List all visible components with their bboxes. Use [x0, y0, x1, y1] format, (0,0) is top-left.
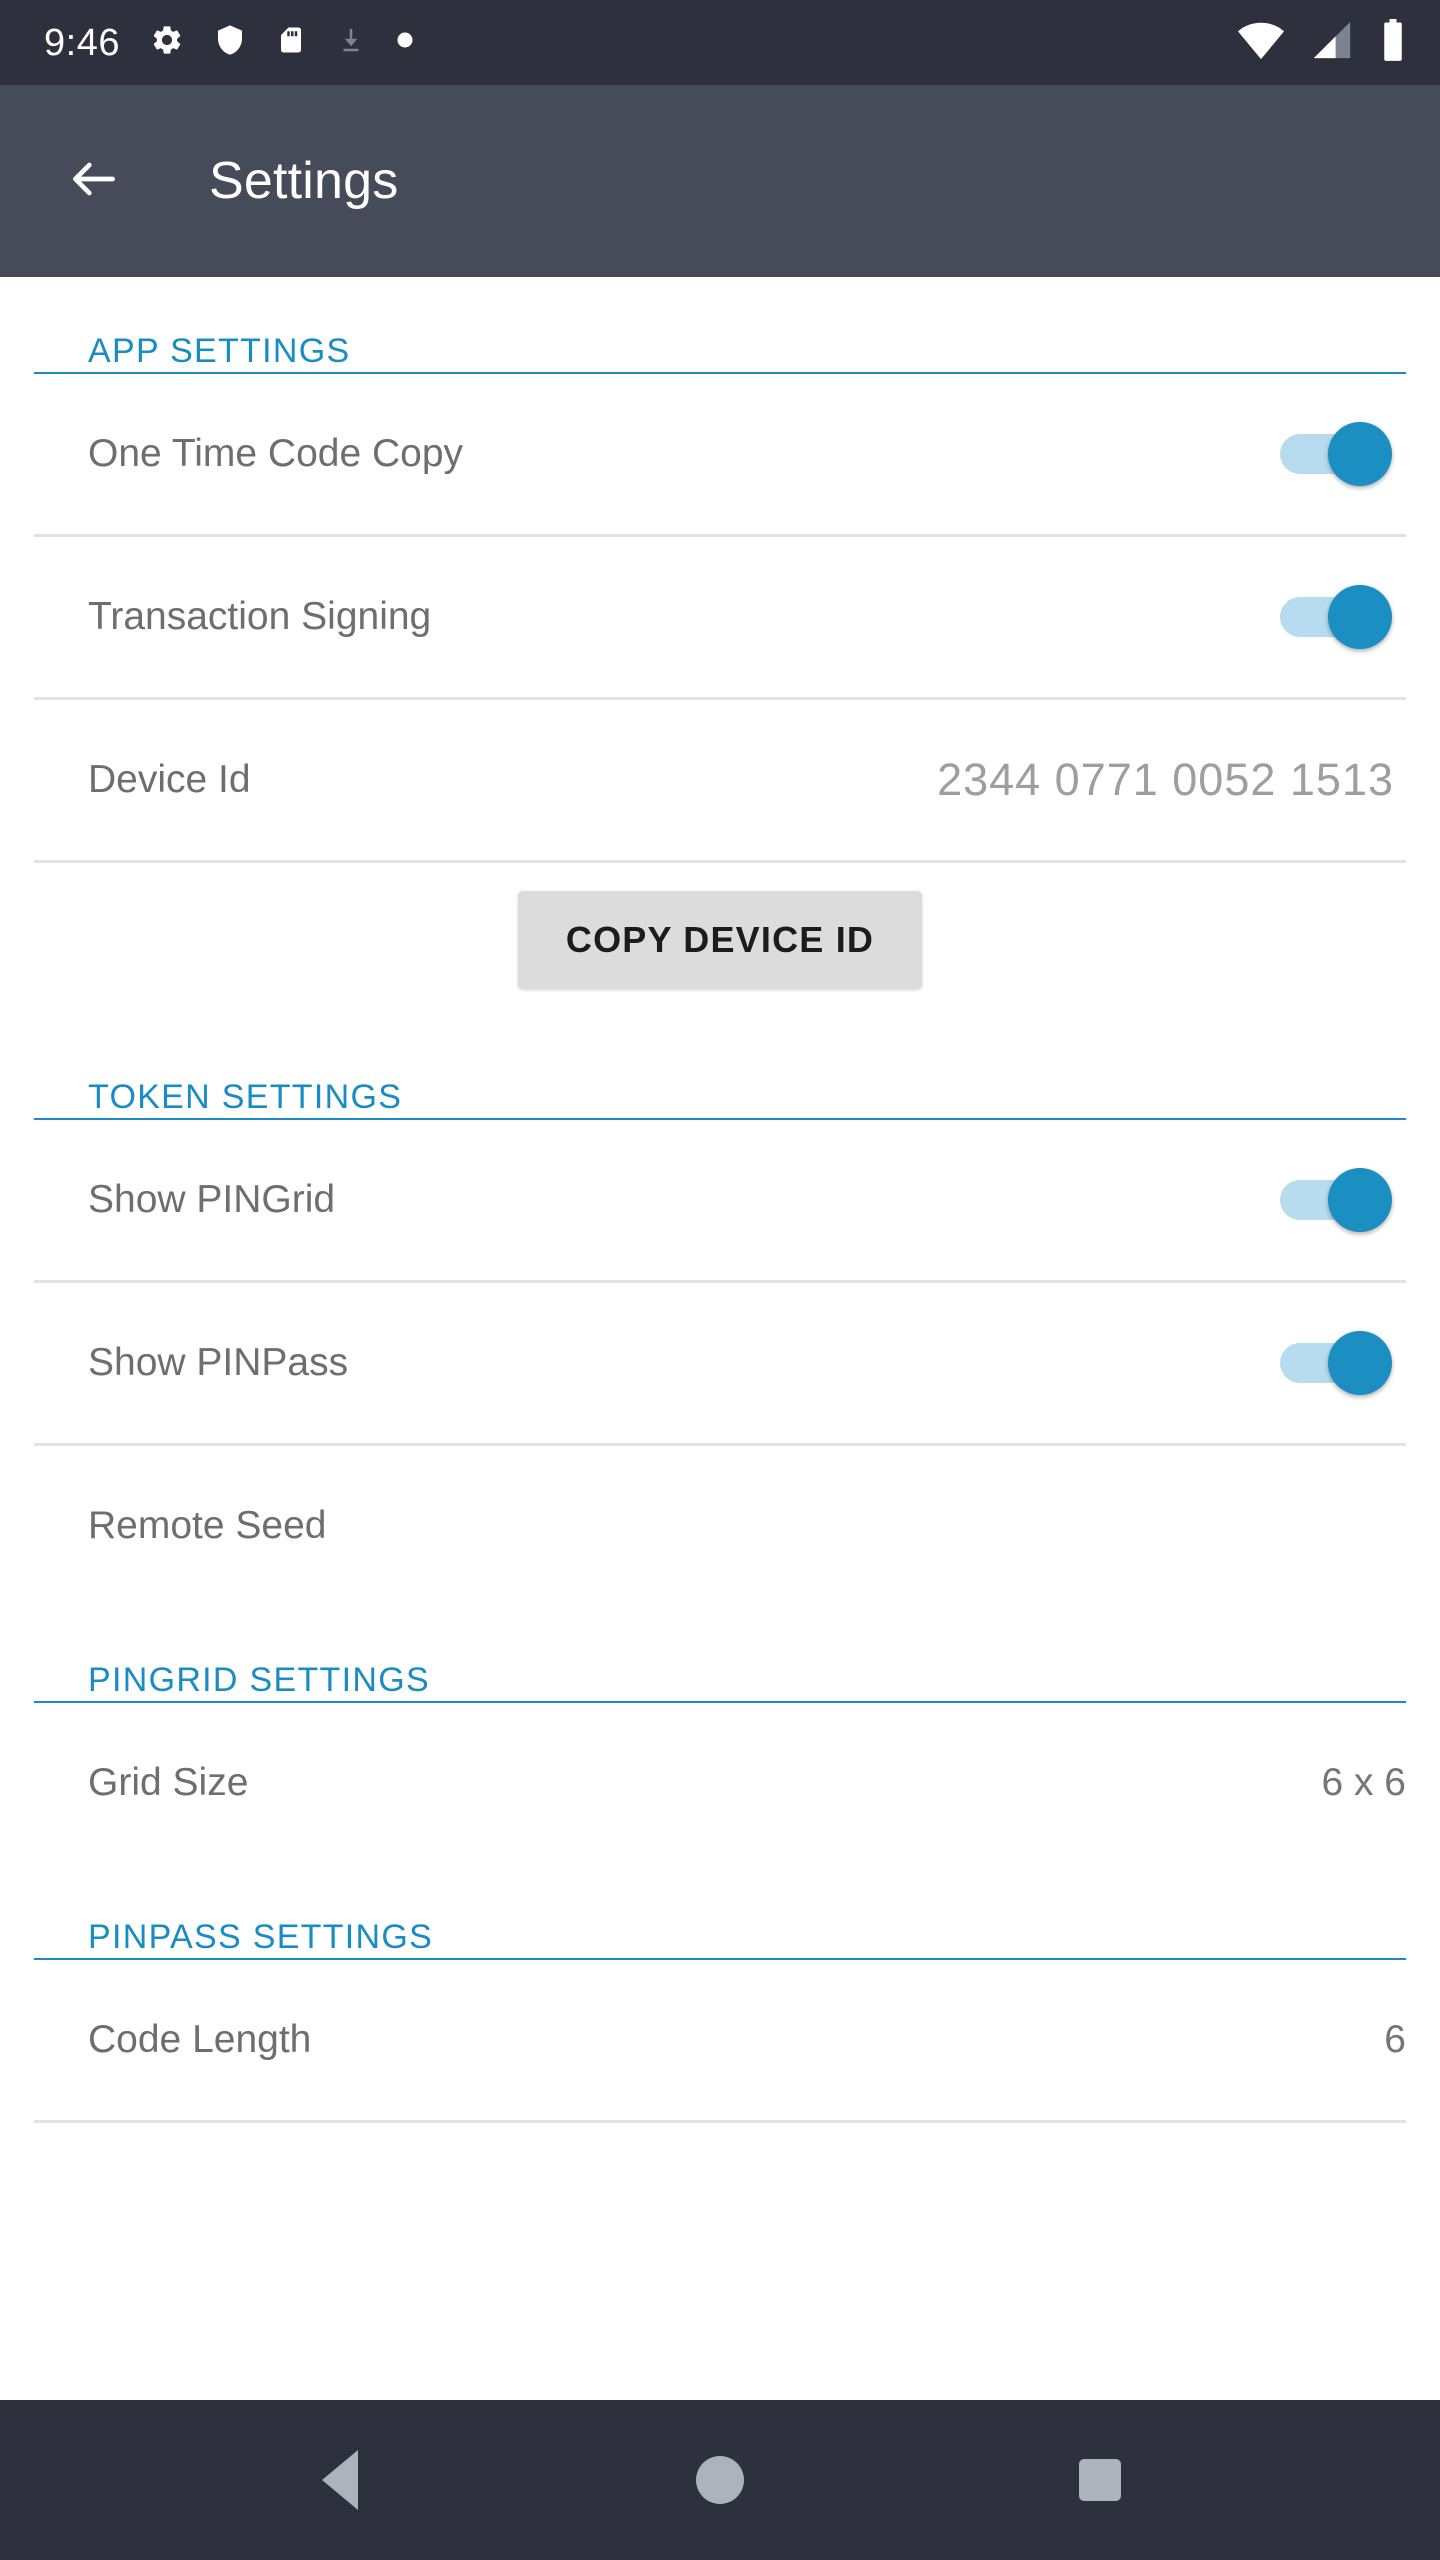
nav-recents-icon [1079, 2459, 1121, 2501]
row-code-length[interactable]: Code Length 6 [0, 1960, 1440, 2120]
device-id-value: 2344 0771 0052 1513 [937, 754, 1394, 805]
toggle-thumb [1328, 422, 1392, 486]
copy-device-id-container: COPY DEVICE ID [0, 863, 1440, 1023]
back-button[interactable] [58, 145, 130, 217]
gear-icon [150, 23, 184, 62]
sd-card-icon [276, 23, 306, 62]
status-bar-right [1238, 19, 1406, 66]
nav-home-button[interactable] [665, 2425, 775, 2535]
toggle-thumb [1328, 1331, 1392, 1395]
arrow-left-icon [66, 151, 122, 212]
toggle-show-pinpass[interactable] [1280, 1331, 1392, 1395]
nav-back-icon [322, 2450, 358, 2510]
toggle-one-time-code-copy[interactable] [1280, 422, 1392, 486]
row-transaction-signing[interactable]: Transaction Signing [0, 537, 1440, 697]
row-grid-size[interactable]: Grid Size 6 x 6 [0, 1703, 1440, 1863]
dot-icon [396, 31, 414, 54]
row-label: Grid Size [88, 1761, 249, 1804]
navigation-bar [0, 2400, 1440, 2560]
row-label: Show PINGrid [88, 1178, 336, 1221]
settings-screen: 9:46 Settings APP SETTINGS One Time Code… [0, 0, 1440, 2560]
row-label: Transaction Signing [88, 595, 432, 638]
row-device-id: Device Id 2344 0771 0052 1513 [0, 700, 1440, 860]
toggle-thumb [1328, 1168, 1392, 1232]
row-show-pingrid[interactable]: Show PINGrid [0, 1120, 1440, 1280]
row-divider [34, 2120, 1406, 2123]
app-bar: Settings [0, 85, 1440, 277]
download-icon [336, 23, 366, 62]
status-time: 9:46 [44, 21, 120, 64]
nav-back-button[interactable] [285, 2425, 395, 2535]
cellular-signal-icon [1310, 20, 1354, 65]
row-label: One Time Code Copy [88, 432, 464, 475]
section-header-token-settings: TOKEN SETTINGS [88, 1078, 403, 1116]
copy-device-id-button[interactable]: COPY DEVICE ID [517, 891, 923, 989]
section-header-pingrid-settings: PINGRID SETTINGS [88, 1661, 430, 1699]
toggle-thumb [1328, 585, 1392, 649]
grid-size-value: 6 x 6 [1321, 1761, 1406, 1804]
row-remote-seed[interactable]: Remote Seed [0, 1446, 1440, 1606]
page-title: Settings [209, 152, 399, 210]
row-one-time-code-copy[interactable]: One Time Code Copy [0, 374, 1440, 534]
row-label: Remote Seed [88, 1504, 327, 1547]
wifi-icon [1238, 20, 1284, 65]
settings-content: APP SETTINGS One Time Code Copy Transact… [0, 277, 1440, 2400]
code-length-value: 6 [1384, 2018, 1406, 2061]
toggle-transaction-signing[interactable] [1280, 585, 1392, 649]
status-bar-left: 9:46 [44, 23, 414, 62]
shield-icon [214, 23, 246, 62]
status-bar: 9:46 [0, 0, 1440, 85]
toggle-show-pingrid[interactable] [1280, 1168, 1392, 1232]
row-label: Code Length [88, 2018, 312, 2061]
nav-recents-button[interactable] [1045, 2425, 1155, 2535]
nav-home-icon [696, 2456, 744, 2504]
row-show-pinpass[interactable]: Show PINPass [0, 1283, 1440, 1443]
battery-icon [1380, 19, 1406, 66]
section-header-pinpass-settings: PINPASS SETTINGS [88, 1918, 434, 1956]
row-label: Show PINPass [88, 1341, 349, 1384]
row-label: Device Id [88, 758, 251, 801]
section-header-app-settings: APP SETTINGS [88, 332, 351, 370]
